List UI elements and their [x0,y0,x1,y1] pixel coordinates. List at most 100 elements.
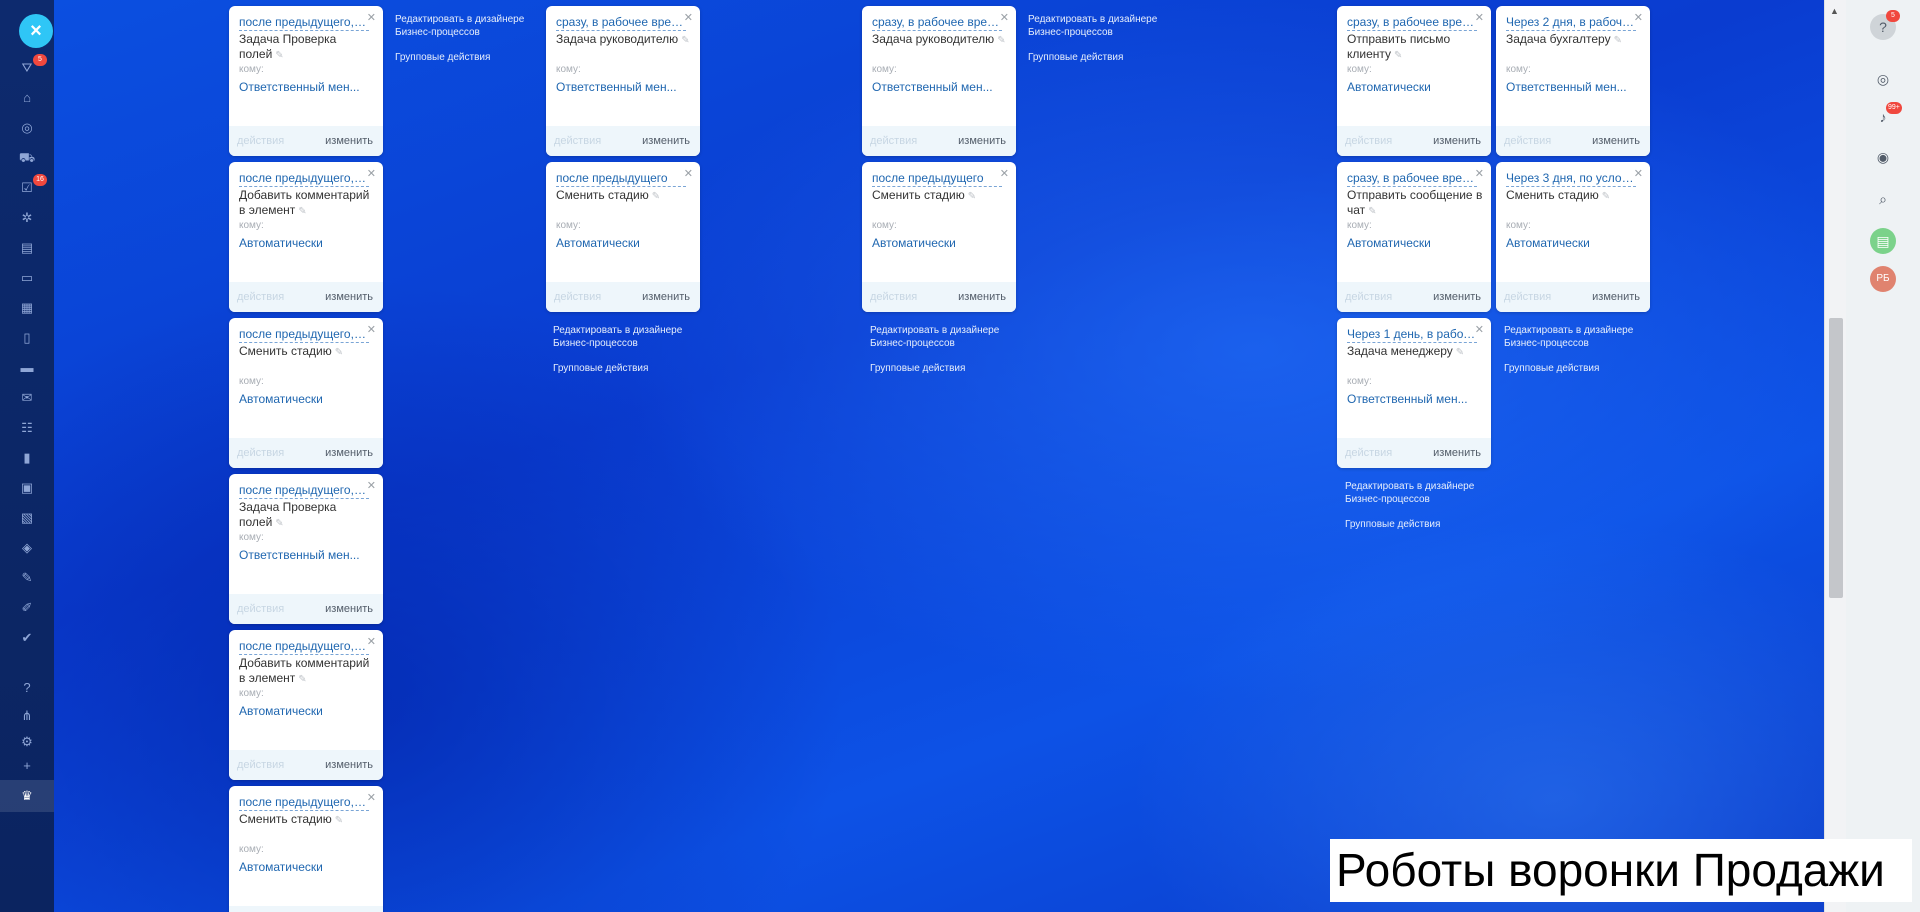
pencil-icon[interactable]: ✎ [1614,35,1622,46]
close-icon[interactable]: ✕ [367,167,376,180]
robot-assignee[interactable]: Автоматически [239,704,375,718]
edit-link[interactable]: изменить [325,447,373,459]
robot-card[interactable]: после предыдущего, п... ✕ Задача Проверк… [229,474,383,624]
robot-card[interactable]: сразу, в рабочее врем... ✕ Задача руково… [546,6,700,156]
edit-link[interactable]: изменить [325,603,373,615]
robot-condition[interactable]: после предыдущего, п... [239,482,369,499]
robot-card[interactable]: Через 3 дня, по услов... ✕ Сменить стади… [1496,162,1650,312]
robot-card[interactable]: Через 2 дня, в рабоче... ✕ Задача бухгал… [1496,6,1650,156]
designer-link[interactable]: Редактировать в дизайнере Бизнес-процесс… [1345,480,1495,506]
pencil-icon[interactable]: ✎ [1602,191,1610,202]
calendar-icon[interactable]: ▦ [17,298,37,318]
robot-card[interactable]: после предыдущего ✕ Сменить стадию ✎ кому… [546,162,700,312]
settings-icon[interactable]: ⚙ [17,732,37,752]
robot-assignee[interactable]: Ответственный мен... [239,80,375,94]
robot-condition[interactable]: после предыдущего [872,170,1002,187]
pencil-icon[interactable]: ✎ [335,347,343,358]
robot-card[interactable]: после предыдущего ✕ Сменить стадию ✎ кому… [862,162,1016,312]
robot-condition[interactable]: сразу, в рабочее врем... [1347,14,1477,31]
robot-assignee[interactable]: Автоматически [1506,236,1642,250]
app-icon[interactable]: ▤ [1870,228,1896,254]
robot-assignee[interactable]: Автоматически [556,236,692,250]
box-icon[interactable]: ◈ [17,538,37,558]
robot-assignee[interactable]: Ответственный мен... [239,548,375,562]
pencil-icon[interactable]: ✎ [275,50,283,61]
edit-link[interactable]: изменить [325,135,373,147]
close-icon[interactable]: ✕ [1000,11,1009,24]
close-icon[interactable]: ✕ [684,167,693,180]
designer-link[interactable]: Редактировать в дизайнере Бизнес-процесс… [553,324,703,350]
robot-card[interactable]: сразу, в рабочее врем... ✕ Отправить пис… [1337,6,1491,156]
crown-icon[interactable]: ♛ [17,786,37,806]
robot-condition[interactable]: после предыдущего [556,170,686,187]
form-icon[interactable]: ✎ [17,568,37,588]
pencil-icon[interactable]: ✎ [652,191,660,202]
robot-assignee[interactable]: Ответственный мен... [1506,80,1642,94]
edit-link[interactable]: изменить [325,291,373,303]
robot-assignee[interactable]: Автоматически [239,392,375,406]
home-icon[interactable]: ⌂ [17,88,37,108]
edit-link[interactable]: изменить [1433,447,1481,459]
robot-assignee[interactable]: Ответственный мен... [872,80,1008,94]
robot-card[interactable]: сразу, в рабочее врем... ✕ Задача руково… [862,6,1016,156]
avatar[interactable]: РБ [1870,266,1896,292]
edit-link[interactable]: изменить [958,291,1006,303]
close-icon[interactable]: ✕ [1475,167,1484,180]
pencil-icon[interactable]: ✎ [1456,347,1464,358]
pencil-icon[interactable]: ✎ [298,674,306,685]
documents-icon[interactable]: ▯ [17,328,37,348]
robot-card[interactable]: после предыдущего, п... ✕ Задача Проверк… [229,6,383,156]
close-icon[interactable]: ✕ [1475,323,1484,336]
robot-assignee[interactable]: Автоматически [239,236,375,250]
pencil-icon[interactable]: ✎ [681,35,689,46]
pencil-icon[interactable]: ✎ [997,35,1005,46]
group-actions-link[interactable]: Групповые действия [870,362,1020,375]
robot-condition[interactable]: сразу, в рабочее врем... [1347,170,1477,187]
group-actions-link[interactable]: Групповые действия [1504,362,1654,375]
edit-link[interactable]: изменить [325,759,373,771]
pencil-icon[interactable]: ✎ [275,518,283,529]
edit-link[interactable]: изменить [642,135,690,147]
designer-link[interactable]: Редактировать в дизайнере Бизнес-процесс… [1504,324,1654,350]
robot-condition[interactable]: сразу, в рабочее врем... [556,14,686,31]
robot-condition[interactable]: Через 2 дня, в рабоче... [1506,14,1636,31]
edit-link[interactable]: изменить [1433,135,1481,147]
close-icon[interactable]: ✕ [1634,167,1643,180]
robot-condition[interactable]: сразу, в рабочее врем... [872,14,1002,31]
puzzle-icon[interactable]: ✲ [17,208,37,228]
robot-assignee[interactable]: Ответственный мен... [556,80,692,94]
robot-card[interactable]: после предыдущего, п... ✕ Сменить стадию… [229,786,383,912]
help-icon[interactable]: ? [17,678,37,698]
pencil-icon[interactable]: ✎ [1368,206,1376,217]
robot-condition[interactable]: после предыдущего, п... [239,794,369,811]
close-slider-button[interactable]: × [19,14,53,48]
activity-icon[interactable]: ◎ [1870,66,1896,92]
close-icon[interactable]: ✕ [367,11,376,24]
robot-condition[interactable]: после предыдущего, п... [239,638,369,655]
close-icon[interactable]: ✕ [1000,167,1009,180]
robot-condition[interactable]: после предыдущего, п... [239,326,369,343]
robot-assignee[interactable]: Автоматически [239,860,375,874]
pencil-icon[interactable]: ✎ [968,191,976,202]
chat-icon[interactable]: ▭ [17,268,37,288]
cart-icon[interactable]: ⛟ [17,148,37,168]
reports-icon[interactable]: ▮ [17,448,37,468]
group-actions-link[interactable]: Групповые действия [1345,518,1495,531]
sign-icon[interactable]: ✐ [17,598,37,618]
vertical-scrollbar[interactable]: ▲ [1824,0,1846,912]
messenger-icon[interactable]: ◉ [1870,144,1896,170]
close-icon[interactable]: ✕ [367,479,376,492]
edit-link[interactable]: изменить [1433,291,1481,303]
designer-link[interactable]: Редактировать в дизайнере Бизнес-процесс… [870,324,1020,350]
edit-link[interactable]: изменить [958,135,1006,147]
robot-condition[interactable]: Через 3 дня, по услов... [1506,170,1636,187]
contacts-icon[interactable]: ▣ [17,478,37,498]
close-icon[interactable]: ✕ [684,11,693,24]
add-icon[interactable]: + [17,756,37,776]
edit-link[interactable]: изменить [1592,291,1640,303]
close-icon[interactable]: ✕ [367,635,376,648]
edit-link[interactable]: изменить [1592,135,1640,147]
close-icon[interactable]: ✕ [367,791,376,804]
inbox-icon[interactable]: ▧ [17,508,37,528]
target-icon[interactable]: ◎ [17,118,37,138]
